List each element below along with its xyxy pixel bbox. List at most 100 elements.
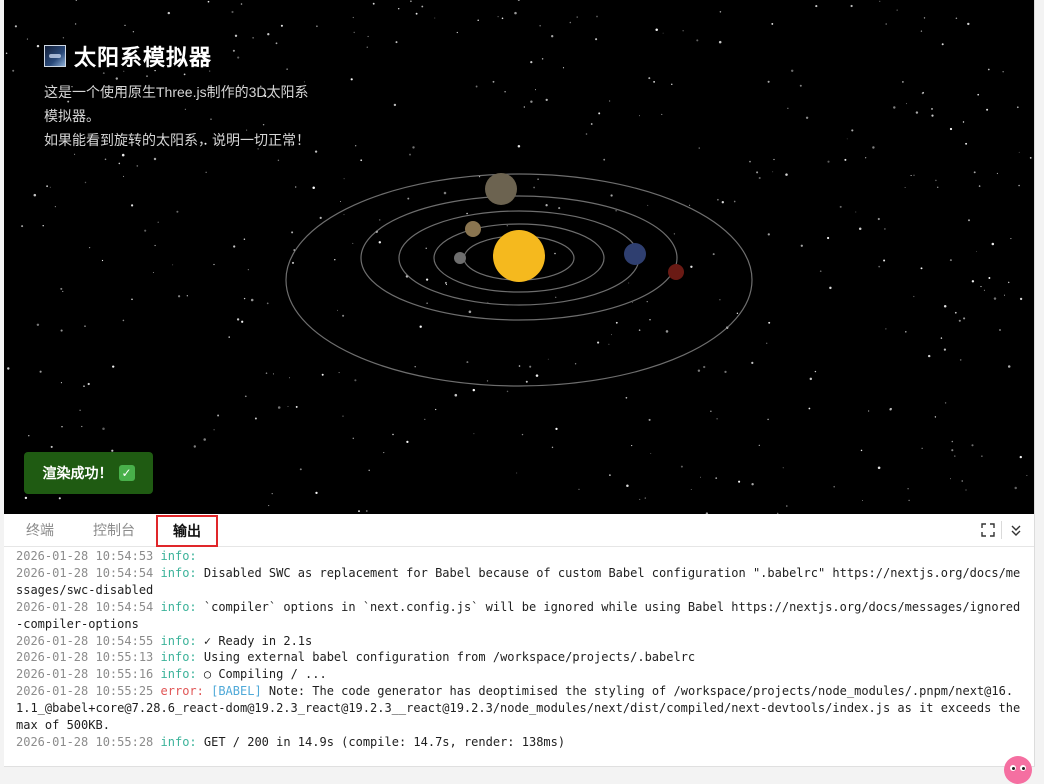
star bbox=[243, 297, 246, 300]
star bbox=[205, 171, 207, 173]
star bbox=[1003, 294, 1006, 296]
star bbox=[712, 253, 715, 256]
tab-console[interactable]: 控制台 bbox=[93, 514, 135, 546]
star bbox=[690, 489, 692, 490]
star bbox=[289, 377, 291, 379]
toolbar-divider bbox=[1001, 521, 1002, 539]
star bbox=[355, 145, 357, 147]
star bbox=[963, 317, 966, 320]
star bbox=[923, 17, 926, 19]
star bbox=[878, 265, 881, 268]
star bbox=[132, 31, 135, 33]
star bbox=[858, 227, 862, 230]
star bbox=[83, 385, 85, 387]
star bbox=[1018, 184, 1020, 187]
star bbox=[671, 83, 673, 86]
star bbox=[312, 186, 315, 190]
tab-output[interactable]: 输出 bbox=[156, 515, 218, 547]
star bbox=[88, 246, 91, 249]
star bbox=[978, 185, 981, 187]
star bbox=[406, 440, 409, 444]
star bbox=[533, 186, 535, 189]
tab-terminal[interactable]: 终端 bbox=[26, 514, 54, 546]
scene-header: 太阳系模拟器 bbox=[44, 40, 212, 72]
star bbox=[84, 181, 87, 184]
log-level: info: bbox=[160, 650, 197, 665]
star bbox=[697, 369, 701, 372]
star bbox=[123, 175, 125, 177]
star bbox=[1019, 297, 1023, 301]
star bbox=[902, 81, 904, 83]
star bbox=[809, 377, 813, 381]
star bbox=[456, 31, 458, 34]
chevrons-down-icon[interactable] bbox=[1008, 522, 1024, 538]
star bbox=[395, 41, 398, 44]
star bbox=[981, 455, 983, 457]
star bbox=[342, 314, 345, 317]
output-log[interactable]: 2026-01-28 10:54:53 info: 2026-01-28 10:5… bbox=[16, 548, 1026, 751]
star bbox=[595, 38, 598, 41]
star bbox=[721, 201, 724, 204]
log-timestamp: 2026-01-28 10:54:54 bbox=[16, 599, 154, 614]
star bbox=[415, 12, 418, 15]
star bbox=[590, 123, 593, 125]
star bbox=[907, 487, 909, 490]
star bbox=[971, 444, 974, 447]
star bbox=[799, 84, 802, 87]
star bbox=[102, 72, 105, 74]
star bbox=[121, 153, 125, 157]
mascot-icon[interactable] bbox=[1004, 756, 1032, 784]
star bbox=[999, 329, 1001, 331]
star bbox=[951, 440, 954, 443]
star bbox=[827, 236, 830, 240]
star bbox=[758, 444, 760, 446]
star bbox=[517, 0, 520, 2]
star bbox=[50, 445, 53, 448]
star bbox=[236, 318, 240, 321]
expand-icon[interactable] bbox=[980, 522, 996, 538]
log-line: 2026-01-28 10:55:16 info: ○ Compiling / … bbox=[16, 666, 1026, 683]
star bbox=[954, 311, 957, 314]
star bbox=[904, 186, 906, 188]
star bbox=[785, 173, 788, 176]
log-timestamp: 2026-01-28 10:55:28 bbox=[16, 734, 154, 749]
star bbox=[578, 488, 580, 491]
star bbox=[1019, 455, 1022, 459]
star bbox=[287, 405, 289, 407]
log-level: info: bbox=[160, 667, 197, 682]
star bbox=[877, 466, 881, 470]
star bbox=[62, 290, 64, 292]
star bbox=[655, 28, 658, 32]
star bbox=[243, 238, 246, 240]
star bbox=[378, 219, 381, 221]
star bbox=[988, 277, 991, 279]
star bbox=[893, 106, 896, 109]
star bbox=[475, 85, 478, 88]
star bbox=[61, 425, 63, 428]
star bbox=[986, 108, 989, 111]
star bbox=[378, 241, 382, 244]
star bbox=[936, 186, 939, 189]
star bbox=[267, 33, 270, 36]
star bbox=[321, 373, 324, 376]
star bbox=[696, 39, 699, 42]
star bbox=[603, 158, 606, 161]
star bbox=[690, 265, 693, 268]
star bbox=[698, 147, 700, 149]
star bbox=[280, 24, 283, 27]
star bbox=[967, 219, 971, 222]
star bbox=[314, 150, 318, 153]
star bbox=[445, 283, 447, 286]
star bbox=[131, 298, 133, 301]
star bbox=[829, 286, 832, 290]
star bbox=[545, 98, 548, 102]
star bbox=[334, 259, 336, 261]
star bbox=[965, 142, 968, 145]
star bbox=[316, 25, 318, 28]
star bbox=[383, 452, 385, 454]
solar-system-canvas[interactable]: 太阳系模拟器 这是一个使用原生Three.js制作的3D太阳系模拟器。 如果能看… bbox=[4, 0, 1034, 514]
log-timestamp: 2026-01-28 10:54:55 bbox=[16, 633, 154, 648]
log-line: 2026-01-28 10:54:54 info: Disabled SWC a… bbox=[16, 565, 1026, 599]
star bbox=[275, 42, 278, 45]
star bbox=[700, 476, 701, 478]
